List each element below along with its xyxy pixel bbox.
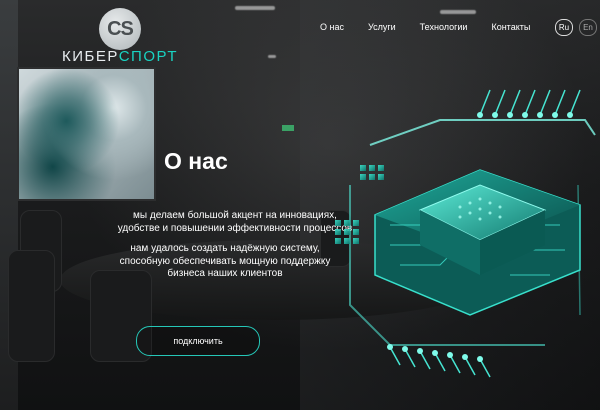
ceiling-light [440, 10, 476, 14]
hero-paragraph-1: мы делаем большой акцент на инновациях, … [117, 210, 353, 234]
brand-logo[interactable]: CS КИБЕРСПОРТ [62, 8, 182, 65]
connect-button[interactable]: подключить [136, 326, 260, 356]
page: CS КИБЕРСПОРТ О нас Услуги Технологии Ко… [0, 0, 600, 410]
language-ru-button[interactable]: Ru [555, 19, 573, 36]
nav-item-technologies[interactable]: Технологии [420, 22, 468, 32]
nav-item-contacts[interactable]: Контакты [491, 22, 530, 32]
brand-name-part1: КИБЕР [62, 48, 119, 65]
logo-letters: CS [107, 17, 134, 40]
hero-paragraph-2: нам удалось создать надёжную систему, сп… [119, 243, 331, 279]
brand-name: КИБЕРСПОРТ [62, 48, 178, 65]
background-chair [8, 250, 55, 362]
brand-name-part2: СПОРТ [118, 48, 178, 65]
main-nav: О нас Услуги Технологии Контакты [320, 22, 554, 32]
ceiling-light [268, 55, 276, 58]
ceiling-light [235, 6, 275, 10]
nav-item-services[interactable]: Услуги [368, 22, 396, 32]
nav-item-about[interactable]: О нас [320, 22, 344, 32]
logo-badge: CS [99, 8, 141, 50]
page-title: О нас [164, 148, 228, 174]
exit-sign [282, 125, 294, 131]
language-en-button[interactable]: En [579, 19, 597, 36]
microchip-icon [335, 89, 596, 378]
background-painting [17, 67, 156, 201]
